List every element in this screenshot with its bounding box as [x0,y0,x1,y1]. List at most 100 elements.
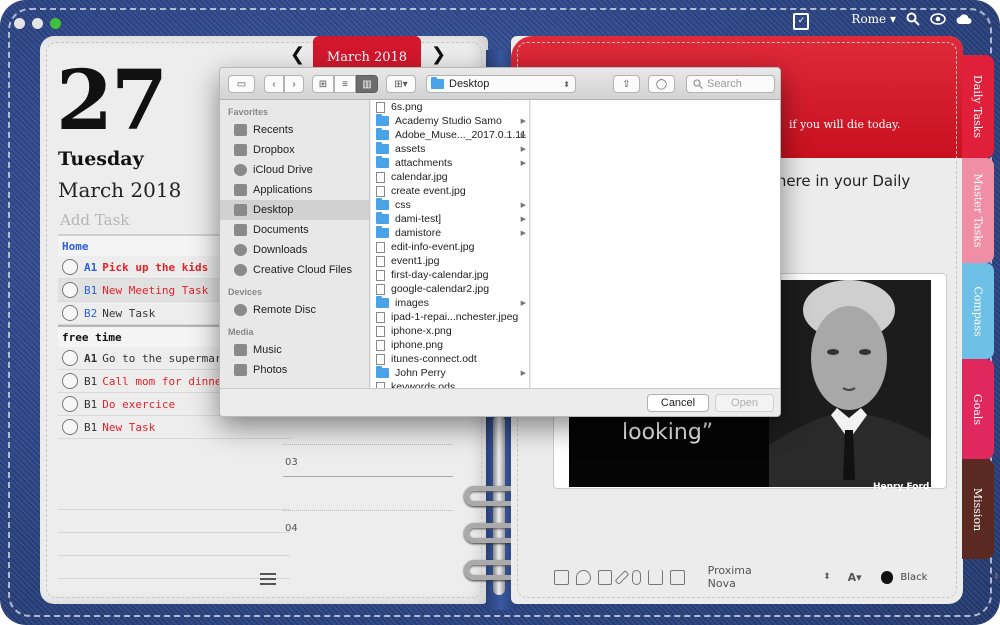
sidebar-item-remote-disc[interactable]: Remote Disc [220,300,369,320]
sidebar-heading: Favorites [228,107,269,117]
file-row[interactable]: attachments ▶ [371,156,529,170]
column-view-icon[interactable]: ▥ [356,75,378,93]
print-icon[interactable] [669,569,685,585]
image-icon[interactable] [554,569,569,585]
font-selector[interactable]: Proxima Nova [708,564,782,590]
task-checkbox[interactable] [62,419,78,435]
file-row[interactable]: assets ▶ [371,142,529,156]
dialog-footer: Cancel Open [220,388,780,416]
file-row[interactable]: 6s.png [371,100,529,114]
file-row[interactable]: itunes-connect.odt [371,352,529,366]
tab-master-tasks[interactable]: Master Tasks [962,158,994,263]
task-checkbox[interactable] [62,259,78,275]
location-selector[interactable]: Rome ▾ [851,12,896,26]
back-button[interactable]: ‹ [264,75,284,93]
file-row[interactable]: dami-test] ▶ [371,212,529,226]
disclosure-arrow-icon: ▶ [520,216,526,223]
task-checkbox[interactable] [62,305,78,321]
file-row[interactable]: iphone-x.png [371,324,529,338]
task-checkbox[interactable] [62,282,78,298]
list-view-icon[interactable]: ≡ [334,75,356,93]
next-month-button[interactable]: ❯ [431,44,446,65]
color-swatch[interactable] [880,570,894,584]
color-stepper-icon[interactable]: ⬍ [992,572,1000,582]
task-checkbox[interactable] [62,396,78,412]
close-window-button[interactable] [14,18,25,29]
location-popup[interactable]: Desktop ⬍ [426,75,576,93]
sidebar-item-label: Applications [253,184,313,196]
file-row[interactable]: first-day-calendar.jpg [371,268,529,282]
sidebar-item-downloads[interactable]: Downloads [220,240,369,260]
file-row[interactable]: Academy Studio Samo ▶ [371,114,529,128]
microphone-icon[interactable] [632,569,642,585]
file-name: dami-test] [395,213,442,225]
forward-button[interactable]: › [284,75,304,93]
share-icon[interactable] [648,569,663,585]
disclosure-arrow-icon: ▶ [520,118,526,125]
file-row[interactable]: create event.jpg [371,184,529,198]
task-text: New Meeting Task [102,283,209,297]
file-row[interactable]: damistore ▶ [371,226,529,240]
tab-goals[interactable]: Goals [962,359,994,459]
file-name: event1.jpg [391,255,440,267]
cancel-button[interactable]: Cancel [647,394,709,412]
zoom-window-button[interactable] [50,18,61,29]
location-pin-icon[interactable] [575,569,591,585]
arrange-icon[interactable]: ⊞▾ [386,75,416,93]
sidebar-item-desktop[interactable]: Desktop [220,200,369,220]
open-button[interactable]: Open [715,394,774,412]
eye-icon[interactable] [930,13,946,25]
calendar-check-icon[interactable]: ✓ [793,13,810,30]
clipboard-icon[interactable] [597,569,613,585]
task-row[interactable]: B1 New Task [58,416,290,439]
file-icon [376,241,385,253]
sidebar-toggle-icon[interactable]: ▭ [228,75,255,93]
file-icon [376,255,385,267]
file-row[interactable]: edit-info-event.jpg [371,240,529,254]
brush-icon[interactable] [614,569,630,585]
add-task-input[interactable]: Add Task [60,211,129,229]
hamburger-menu-icon[interactable] [260,573,276,588]
font-size-selector[interactable]: A▾ [848,571,862,584]
search-icon[interactable] [906,12,920,26]
sidebar-item-photos[interactable]: Photos [220,360,369,380]
sidebar-item-recents[interactable]: Recents [220,120,369,140]
sidebar-item-music[interactable]: Music [220,340,369,360]
share-icon[interactable]: ⇪ [613,75,640,93]
disclosure-arrow-icon: ▶ [520,160,526,167]
task-checkbox[interactable] [62,373,78,389]
icon-view-icon[interactable]: ⊞ [312,75,334,93]
tab-compass[interactable]: Compass [962,263,994,359]
cloud-icon[interactable] [956,13,972,25]
previous-month-button[interactable]: ❮ [290,44,305,65]
file-row[interactable]: ipad-1-repai...nchester.jpeg [371,310,529,324]
task-checkbox[interactable] [62,350,78,366]
sidebar-item-label: Documents [253,224,309,236]
file-row[interactable]: Adobe_Muse..._2017.0.1.11 ▶ [371,128,529,142]
search-input[interactable]: Search [686,75,775,93]
color-name[interactable]: Black [900,572,927,583]
sidebar-item-icloud-drive[interactable]: iCloud Drive [220,160,369,180]
sidebar-item-applications[interactable]: Applications [220,180,369,200]
font-stepper-icon[interactable]: ⬍ [823,572,831,582]
file-row[interactable]: images ▶ [371,296,529,310]
file-row[interactable]: css ▶ [371,198,529,212]
sidebar-item-dropbox[interactable]: Dropbox [220,140,369,160]
hour-slot[interactable]: 04 [283,476,453,542]
sidebar-item-documents[interactable]: Documents [220,220,369,240]
file-row[interactable]: event1.jpg [371,254,529,268]
hour-slot[interactable]: 03 [283,410,453,476]
disclosure-arrow-icon: ▶ [520,132,526,139]
sidebar-item-creative-cloud[interactable]: Creative Cloud Files [220,260,369,280]
file-row[interactable]: iphone.png [371,338,529,352]
file-row[interactable]: John Perry ▶ [371,366,529,380]
tag-icon[interactable]: ◯ [648,75,675,93]
tab-label: Compass [971,285,985,337]
tab-daily-tasks[interactable]: Daily Tasks [962,55,994,158]
minimize-window-button[interactable] [32,18,43,29]
hour-label: 03 [285,457,298,468]
top-toolbar: ✓ Rome ▾ [793,12,972,30]
file-row[interactable]: google-calendar2.jpg [371,282,529,296]
file-row[interactable]: calendar.jpg [371,170,529,184]
tab-mission[interactable]: Mission [962,459,994,559]
